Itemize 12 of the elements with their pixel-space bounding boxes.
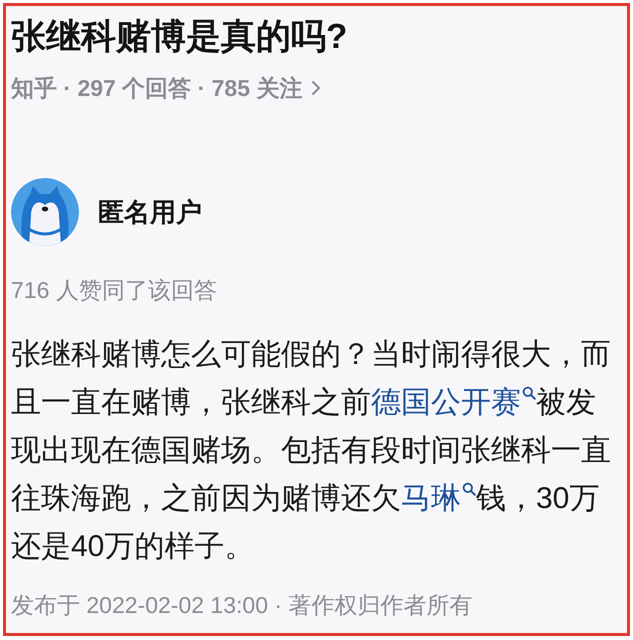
search-icon xyxy=(462,482,476,496)
answer-text: 张继科赌博怎么可能假的？当时闹得很大，而且一直在赌博，张继科之前德国公开赛 被发现出现在德国赌场。包括有段时间张继科一直往珠海跑，之前因为赌博还欠马琳 钱，30万还是40万的样子。 xyxy=(11,337,612,565)
publish-info: 发布于 2022-02-02 13:00 · 著作权归作者所有 xyxy=(11,591,474,620)
search-link[interactable]: 马琳 xyxy=(401,482,476,515)
upvote-count: 716 人赞同了该回答 xyxy=(11,276,218,305)
search-icon xyxy=(522,386,536,400)
question-meta: 知乎 · 297 个回答 · 785 关注 xyxy=(11,74,302,103)
question-title: 张继科赌博是真的吗? xyxy=(11,17,348,57)
author-name: 匿名用户 xyxy=(98,196,202,229)
avatar-icon xyxy=(11,178,79,246)
chevron-icon xyxy=(311,80,322,96)
search-link[interactable]: 德国公开赛 xyxy=(371,386,536,419)
